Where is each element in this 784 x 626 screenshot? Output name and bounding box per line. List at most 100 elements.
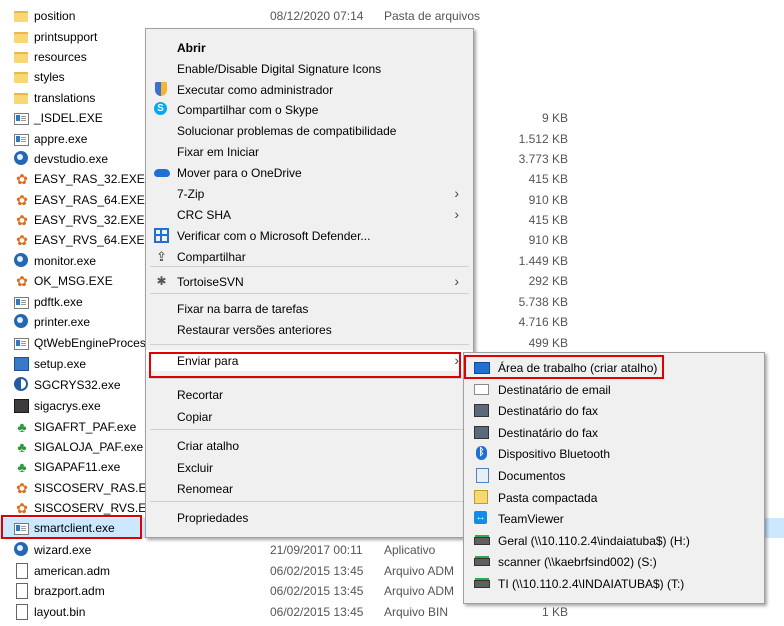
send-to-item[interactable]: Destinatário do fax [464, 421, 764, 443]
file-name: SIGAFRT_PAF.exe [34, 420, 137, 434]
file-size: 5.738 KB [518, 295, 568, 309]
menu-item-renomear[interactable]: Renomear [146, 478, 473, 499]
menu-separator [150, 501, 469, 502]
menu-separator [150, 429, 469, 430]
send-to-item[interactable]: Pasta compactada [464, 486, 764, 508]
menu-item-executar-como-administrador[interactable]: Executar como administrador [146, 79, 473, 100]
send-to-item[interactable]: Área de trabalho (criar atalho) [464, 356, 764, 378]
menu-item-label: Fixar em Iniciar [177, 145, 260, 159]
file-icon [16, 583, 28, 599]
chevron-right-icon: › [454, 352, 459, 368]
star-app-icon: ✿ [16, 500, 28, 516]
menu-item-fixar-na-barra-de-tarefas[interactable]: Fixar na barra de tarefas [146, 298, 473, 319]
bluetooth-icon: ᛒ [476, 446, 487, 461]
file-row[interactable]: position 08/12/2020 07:14 Pasta de arquivo… [0, 6, 784, 26]
menu-item-label: Abrir [177, 41, 206, 55]
menu-item-abrir[interactable]: Abrir [146, 37, 473, 58]
file-name: resources [34, 50, 87, 64]
file-size: 415 KB [528, 213, 568, 227]
file-date: 08/12/2020 07:14 [270, 9, 364, 23]
network-drive-icon [474, 578, 490, 588]
menu-separator [150, 293, 469, 294]
file-name: printsupport [34, 30, 98, 44]
file-name: _ISDEL.EXE [34, 111, 103, 125]
file-size: 499 KB [528, 336, 568, 350]
file-size: 1.449 KB [518, 254, 568, 268]
file-name: pdftk.exe [34, 295, 83, 309]
file-size: 415 KB [528, 172, 568, 186]
send-to-item[interactable]: TI (\\10.110.2.4\INDAIATUBA$) (T:) [464, 572, 764, 594]
send-to-item-label: TI (\\10.110.2.4\INDAIATUBA$) (T:) [498, 577, 685, 591]
send-to-item[interactable]: Geral (\\10.110.2.4\indaiatuba$) (H:) [464, 529, 764, 551]
menu-item-label: TortoiseSVN [177, 275, 244, 289]
file-size: 1.512 KB [518, 132, 568, 146]
menu-item-verificar-com-o-microsoft-defender[interactable]: Verificar com o Microsoft Defender... [146, 225, 473, 246]
folder-icon [14, 32, 28, 43]
send-to-item[interactable]: scanner (\\kaebrfsind002) (S:) [464, 550, 764, 572]
file-name: printer.exe [34, 315, 91, 329]
send-to-item-label: Destinatário de email [498, 382, 611, 397]
file-date: 06/02/2015 13:45 [270, 564, 364, 578]
send-to-item[interactable]: ᛒ Dispositivo Bluetooth [464, 442, 764, 464]
skype-icon: S [154, 102, 167, 115]
menu-item-solucionar-problemas-de-compatibilidade[interactable]: Solucionar problemas de compatibilidade [146, 120, 473, 141]
menu-item-excluir[interactable]: Excluir [146, 457, 473, 478]
share-icon: ⇪ [156, 249, 167, 264]
menu-item-fixar-em-iniciar[interactable]: Fixar em Iniciar [146, 141, 473, 162]
defender-icon [154, 228, 169, 243]
menu-item-criar-atalho[interactable]: Criar atalho [146, 435, 473, 456]
file-icon [16, 604, 28, 620]
file-size: 4.716 KB [518, 315, 568, 329]
send-to-item[interactable]: ↔ TeamViewer [464, 507, 764, 529]
send-to-item[interactable]: Documentos [464, 464, 764, 486]
star-app-icon: ✿ [16, 192, 28, 208]
star-app-icon: ✿ [16, 232, 28, 248]
menu-item-label: Compartilhar [177, 250, 246, 264]
menu-item-enviar-para[interactable]: Enviar para › [146, 350, 473, 371]
send-to-item-label: Geral (\\10.110.2.4\indaiatuba$) (H:) [498, 533, 690, 548]
menu-item-label: Compartilhar com o Skype [177, 103, 319, 117]
tortoisesvn-icon: ✱ [156, 274, 167, 288]
send-to-item[interactable]: Destinatário de email [464, 378, 764, 400]
menu-item-copiar[interactable]: Copiar [146, 406, 473, 427]
file-row[interactable]: layout.bin 06/02/2015 13:45 Arquivo BIN 1 K… [0, 602, 784, 622]
send-to-item-label: Documentos [498, 469, 566, 483]
file-name: SIGAPAF11.exe [34, 460, 121, 474]
file-name: wizard.exe [34, 543, 92, 557]
context-menu: Abrir Enable/Disable Digital Signature Ic… [145, 28, 474, 538]
file-type: Pasta de arquivos [384, 9, 481, 23]
file-name: brazport.adm [34, 584, 105, 598]
setup-icon [14, 357, 29, 371]
file-name: OK_MSG.EXE [34, 274, 113, 288]
menu-item-enable-disable-digital-signature-icons[interactable]: Enable/Disable Digital Signature Icons [146, 58, 473, 79]
file-name: smartclient.exe [34, 521, 115, 535]
file-size: 9 KB [541, 111, 568, 125]
menu-item-7-zip[interactable]: 7-Zip › [146, 183, 473, 204]
menu-item-mover-para-o-onedrive[interactable]: Mover para o OneDrive [146, 162, 473, 183]
menu-item-compartilhar-com-o-skype[interactable]: S Compartilhar com o Skype [146, 99, 473, 120]
send-to-item-label: Destinatário do fax [498, 425, 599, 440]
send-to-item-label: Dispositivo Bluetooth [498, 447, 611, 462]
menu-item-compartilhar[interactable]: ⇪ Compartilhar [146, 246, 473, 267]
menu-item-crc-sha[interactable]: CRC SHA › [146, 204, 473, 225]
menu-item-label: Executar como administrador [177, 83, 334, 97]
file-name: EASY_RVS_64.EXE [34, 233, 145, 247]
folder-icon [14, 52, 28, 63]
file-name: SIGALOJA_PAF.exe [34, 440, 144, 454]
star-app-icon: ✿ [16, 171, 28, 187]
file-name: american.adm [34, 564, 111, 578]
folder-icon [14, 72, 28, 83]
send-to-item[interactable]: Destinatário do fax [464, 399, 764, 421]
file-name: monitor.exe [34, 254, 97, 268]
menu-item-recortar[interactable]: Recortar [146, 384, 473, 405]
menu-item-propriedades[interactable]: Propriedades [146, 507, 473, 528]
menu-item-restaurar-vers-es-anteriores[interactable]: Restaurar versões anteriores [146, 319, 473, 340]
file-size: 910 KB [528, 193, 568, 207]
menu-item-label: Enviar para [177, 354, 239, 368]
chevron-right-icon: › [454, 185, 459, 201]
documents-icon [476, 468, 489, 483]
file-type: Aplicativo [384, 543, 436, 557]
menu-item-tortoisesvn[interactable]: ✱ TortoiseSVN › [146, 271, 473, 292]
onedrive-cloud-icon [154, 169, 170, 177]
send-to-submenu: Área de trabalho (criar atalho) Destinatá… [463, 352, 765, 604]
